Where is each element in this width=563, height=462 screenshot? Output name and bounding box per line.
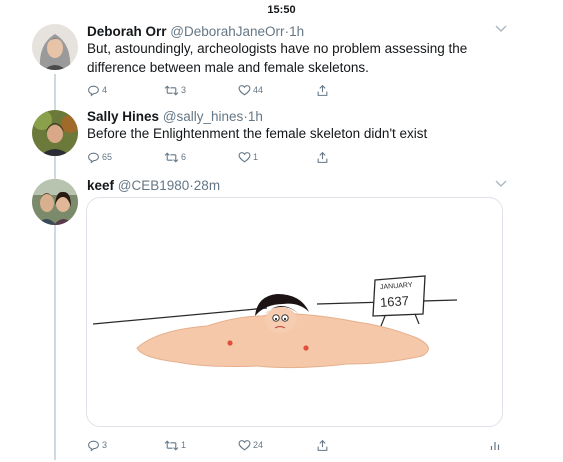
tweet-image[interactable]: JANUARY 1637 [86, 197, 503, 427]
like-count: 24 [253, 440, 264, 450]
retweet-button[interactable]: 1 [164, 437, 186, 453]
like-button[interactable]: 44 [238, 82, 263, 98]
user-handle[interactable]: @sally_hines [163, 109, 244, 124]
reply-count: 3 [102, 440, 108, 450]
share-icon [317, 439, 328, 451]
tweet-text: Before the Enlightenment the female skel… [87, 126, 428, 141]
tweet-actions: 3 1 24 [87, 437, 507, 453]
heart-icon [238, 439, 251, 450]
tweet-header: Sally Hines @sally_hines·1h [87, 109, 263, 125]
sign-year: 1637 [379, 293, 410, 310]
reply-count: 4 [102, 85, 108, 95]
reply-button[interactable]: 65 [87, 149, 112, 165]
retweet-count: 6 [181, 152, 187, 162]
share-icon [317, 151, 328, 163]
reply-button[interactable]: 4 [87, 82, 107, 98]
retweet-icon [164, 84, 179, 96]
heart-icon [238, 84, 251, 95]
retweet-button[interactable]: 6 [164, 149, 186, 165]
avatar[interactable] [32, 179, 78, 225]
analytics-button[interactable] [489, 437, 503, 453]
cartoon-illustration [92, 275, 458, 369]
like-button[interactable]: 1 [238, 149, 258, 165]
share-button[interactable] [316, 82, 331, 98]
retweet-button[interactable]: 3 [164, 82, 186, 98]
status-bar: 15:50 [0, 0, 563, 16]
chevron-down-icon[interactable] [495, 25, 507, 33]
status-time: 15:50 [267, 4, 296, 16]
avatar[interactable] [32, 24, 78, 70]
tweet-header: Deborah Orr @DeborahJaneOrr·1h [87, 24, 304, 40]
tweet-time[interactable]: 1h [289, 24, 304, 39]
retweet-icon [164, 151, 179, 163]
like-count: 44 [253, 85, 264, 95]
user-handle[interactable]: @DeborahJaneOrr [170, 24, 284, 39]
retweet-count: 3 [181, 85, 187, 95]
like-button[interactable]: 24 [238, 437, 263, 453]
display-name[interactable]: Sally Hines [87, 109, 159, 124]
reply-button[interactable]: 3 [87, 437, 107, 453]
like-count: 1 [253, 152, 259, 162]
tweet-actions: 65 6 1 [87, 149, 507, 165]
share-button[interactable] [316, 149, 331, 165]
reply-icon [88, 85, 99, 97]
share-button[interactable] [316, 437, 331, 453]
tweet-time[interactable]: 1h [248, 109, 263, 124]
chevron-down-icon[interactable] [495, 180, 507, 188]
display-name[interactable]: Deborah Orr [87, 24, 167, 39]
heart-icon [238, 151, 251, 162]
user-handle[interactable]: @CEB1980 [118, 178, 190, 193]
avatar[interactable] [32, 110, 78, 156]
display-name[interactable]: keef [87, 178, 114, 193]
share-icon [317, 84, 328, 96]
analytics-icon [490, 441, 500, 450]
retweet-icon [164, 439, 179, 451]
tweet-time[interactable]: 28m [194, 178, 220, 193]
tweet-actions: 4 3 44 [87, 82, 507, 98]
retweet-count: 1 [181, 440, 187, 450]
reply-count: 65 [102, 152, 113, 162]
reply-icon [88, 152, 99, 164]
reply-icon [88, 440, 99, 452]
tweet-text: But, astoundingly, archeologists have no… [87, 41, 468, 75]
tweet-header: keef @CEB1980·28m [87, 178, 220, 194]
